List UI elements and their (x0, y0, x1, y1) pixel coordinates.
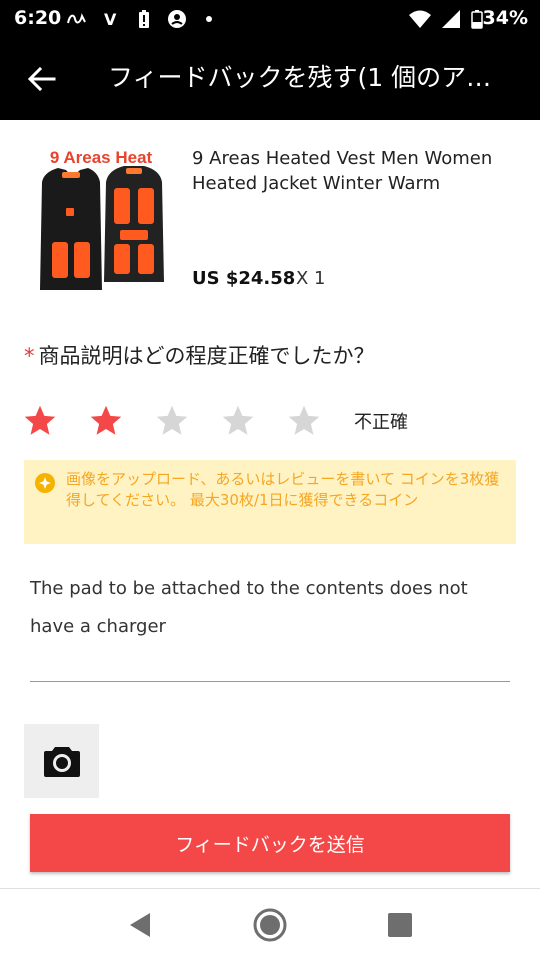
assistant-icon (166, 9, 188, 29)
aliexpress-notification-icon (66, 9, 88, 29)
nav-home-icon[interactable] (252, 907, 288, 943)
star-filled-icon[interactable] (22, 403, 58, 439)
nav-recents-icon[interactable] (382, 907, 418, 943)
product-title[interactable]: 9 Areas Heated Vest Men Women Heated Jac… (192, 146, 512, 196)
rating-question-text: 商品説明はどの程度正確でしたか？ (38, 344, 375, 368)
page-title: フィードバックを残す(1 個のア… (108, 63, 492, 92)
star-filled-icon[interactable] (88, 403, 124, 439)
battery-alert-icon (138, 9, 150, 29)
required-mark: * (24, 344, 35, 368)
battery-percent: 34% (482, 7, 528, 29)
nav-back-icon[interactable] (122, 907, 158, 943)
battery-icon (471, 9, 483, 29)
coin-icon (35, 473, 55, 493)
product-price: US $24.58 (192, 268, 296, 289)
star-rating (22, 401, 352, 441)
status-bar: 6:20 V 34% (0, 0, 540, 38)
signal-icon (440, 9, 462, 29)
review-underline (30, 681, 510, 682)
rating-question: * 商品説明はどの程度正確でしたか？ (24, 340, 375, 370)
submit-feedback-button[interactable]: フィードバックを送信 (30, 814, 510, 872)
coins-tip-banner: 画像をアップロード、あるいはレビューを書いて コインを3枚獲得してください。 最… (24, 460, 516, 544)
product-summary: 9 Areas Heat 9 Areas Heated Vest Men Wom… (0, 120, 540, 310)
back-arrow-icon (27, 66, 56, 92)
star-empty-icon[interactable] (154, 403, 190, 439)
wifi-icon (408, 9, 432, 29)
back-button[interactable] (24, 61, 60, 97)
star-empty-icon[interactable] (286, 403, 322, 439)
product-image-caption: 9 Areas Heat (50, 148, 153, 167)
app-bar: フィードバックを残す(1 個のア… (0, 38, 540, 120)
rating-label: 不正確 (354, 412, 408, 433)
review-textarea[interactable]: The pad to be attached to the contents d… (30, 570, 510, 646)
add-photo-button[interactable] (24, 724, 99, 798)
v-notification-icon: V (104, 9, 117, 29)
status-time: 6:20 (14, 7, 62, 29)
product-image[interactable]: 9 Areas Heat (30, 142, 172, 294)
coins-tip-text: 画像をアップロード、あるいはレビューを書いて コインを3枚獲得してください。 最… (66, 470, 500, 509)
product-quantity: X 1 (296, 268, 326, 289)
notification-dot-icon (205, 9, 213, 29)
camera-icon (44, 747, 80, 777)
star-empty-icon[interactable] (220, 403, 256, 439)
system-nav-bar (0, 888, 540, 960)
